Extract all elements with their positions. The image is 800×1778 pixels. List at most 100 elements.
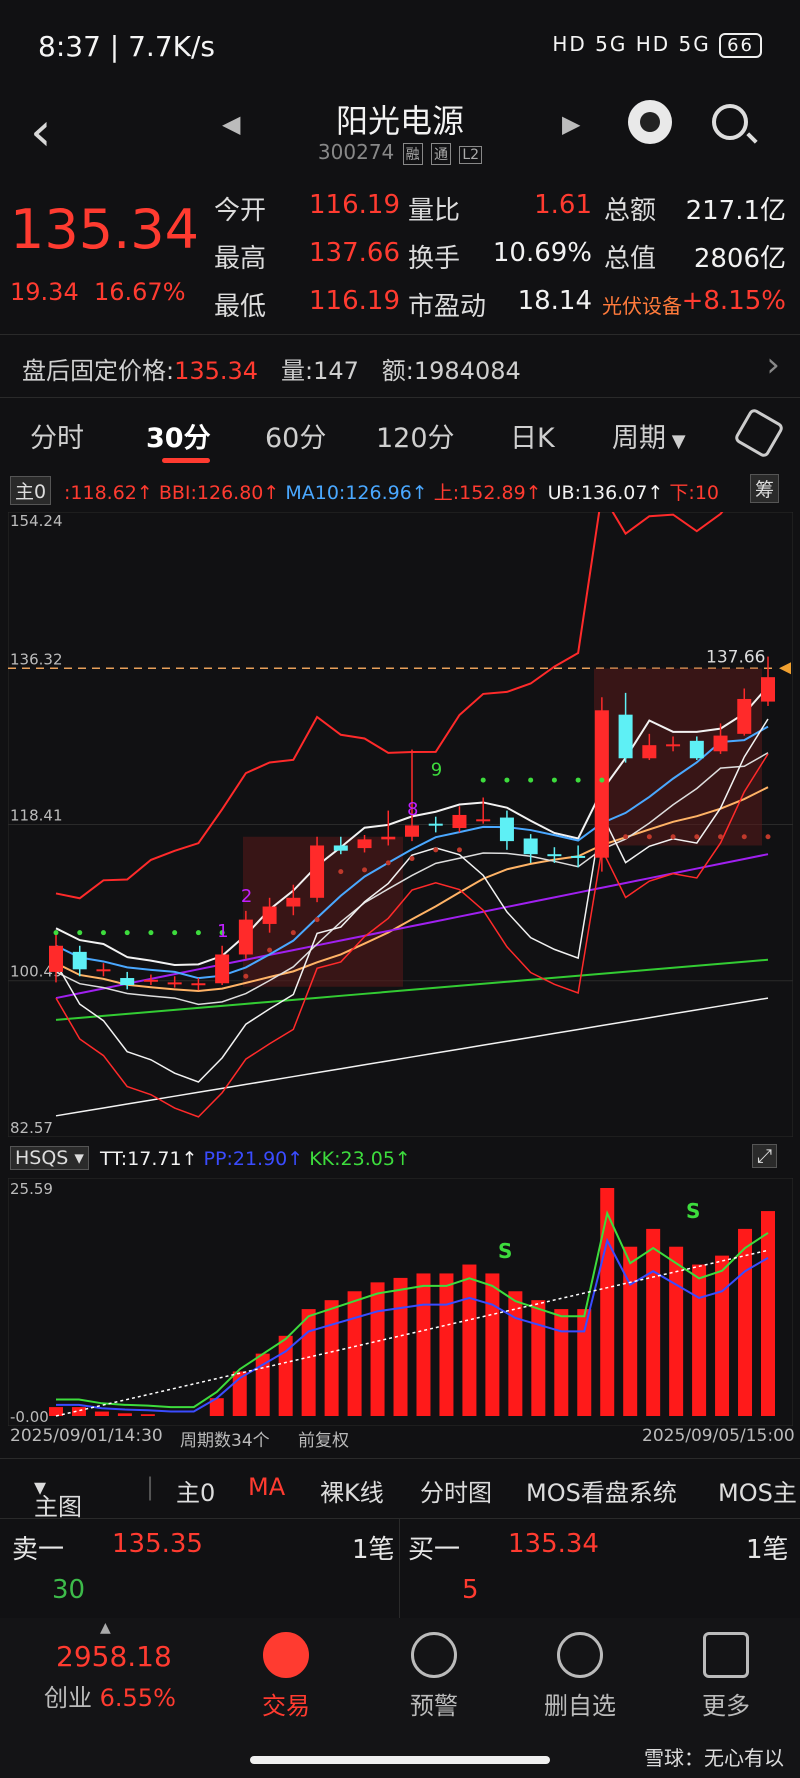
dot-9: [267, 947, 273, 953]
candle-body-18: [476, 819, 491, 822]
hsqs-bar-31: [761, 1211, 775, 1416]
tab-period[interactable]: 周期 ▼: [612, 416, 686, 455]
hsqs-bar-29: [715, 1255, 730, 1416]
candle-body-9: [262, 906, 277, 924]
candle-body-7: [215, 954, 230, 984]
period-tabs: 分时 30分 60分 120分 日K 周期 ▼: [0, 398, 800, 468]
high-label: 最高: [214, 244, 267, 274]
menu-naked-k[interactable]: 裸K线: [320, 1473, 384, 1508]
adjust-mode: 前复权: [298, 1431, 349, 1451]
tab-120min[interactable]: 120分: [376, 416, 455, 455]
quote-panel: 135.34 19.34 16.67% 今开 116.19 量比 1.61 总额…: [0, 178, 800, 333]
sub-legend-item-2: KK:23.05↑: [309, 1148, 411, 1170]
next-stock-icon[interactable]: ▶: [562, 110, 580, 138]
candle-body-10: [286, 897, 301, 907]
tag-tong: 通: [431, 143, 451, 165]
watermark: 雪球：无心有以: [644, 1746, 784, 1770]
after-hours-text: 盘后固定价格:135.34 量:147 额:1984084: [22, 357, 521, 385]
hsqs-bar-14: [370, 1282, 385, 1416]
pe-value: 18.14: [517, 286, 592, 316]
header: ‹ ◀ 阳光电源 300274 融 通 L2 ▶: [0, 90, 800, 175]
candle-body-29: [737, 698, 752, 734]
dot-11: [314, 917, 320, 923]
status-icons: HD 5G HD 5G 66: [552, 32, 762, 58]
turnover-rate-value: 10.69%: [492, 238, 592, 268]
signal-label-0: 1: [217, 921, 228, 942]
index-change[interactable]: 创业 6.55%: [44, 1678, 176, 1713]
hsqs-bar-19: [485, 1273, 500, 1416]
hsqs-bar-23: [577, 1309, 592, 1416]
settings-hex-icon[interactable]: [733, 407, 785, 459]
tab-daily[interactable]: 日K: [510, 416, 555, 455]
turnover-amount-value: 217.1亿: [685, 196, 786, 226]
menu-intraday-chart[interactable]: 分时图: [420, 1473, 492, 1508]
dot-10: [290, 930, 296, 936]
tab-60min[interactable]: 60分: [265, 416, 326, 455]
main-chart-dropdown[interactable]: 主图 ▾: [34, 1473, 82, 1521]
dot-5: [172, 930, 178, 936]
nav-trade[interactable]: 交易: [236, 1632, 336, 1721]
sub-legend: HSQS ▾ TT:17.71↑ PP:21.90↑ KK:23.05↑ ⤢: [0, 1142, 800, 1176]
order-book: 卖一 135.35 1笔 30 买一 135.34 1笔 5: [0, 1518, 800, 1620]
candle-body-13: [357, 839, 372, 849]
axis-end-date: 2025/09/05/15:00: [642, 1426, 795, 1446]
search-icon[interactable]: [712, 104, 748, 140]
index-value[interactable]: 2958.18: [56, 1640, 172, 1673]
last-price: 135.34: [10, 198, 199, 261]
legend-item-4: UB:136.07↑: [547, 482, 670, 504]
sector-label[interactable]: 光伏设备: [602, 290, 682, 319]
volume-ratio-value: 1.61: [534, 190, 592, 220]
low-value: 116.19: [309, 286, 400, 316]
legend-item-5: 下:10: [669, 482, 720, 504]
assistant-icon[interactable]: [628, 100, 672, 144]
candle-body-26: [666, 744, 681, 747]
candle-body-11: [310, 845, 325, 898]
sell1-price[interactable]: 135.35: [112, 1529, 203, 1559]
sub-y-bottom: -0.00: [10, 1408, 49, 1426]
dot-17: [456, 847, 462, 853]
nav-more[interactable]: 更多: [676, 1632, 776, 1721]
hsqs-bar-16: [416, 1273, 431, 1416]
y-label-4: 82.57: [10, 1119, 53, 1137]
dot-15: [409, 856, 415, 862]
period-count: 周期数34个: [180, 1431, 270, 1451]
main-indicator-selector[interactable]: 主0: [10, 476, 52, 505]
sub-indicator-selector[interactable]: HSQS ▾: [10, 1146, 89, 1170]
menu-ma[interactable]: MA: [248, 1473, 285, 1501]
stock-title: 阳光电源: [335, 102, 464, 140]
hsqs-bar-20: [508, 1291, 523, 1416]
menu-mos-main[interactable]: MOS主: [718, 1473, 797, 1508]
sector-change[interactable]: +8.15%: [680, 286, 786, 316]
turnover-amount-label: 总额: [604, 196, 657, 226]
candle-body-23: [594, 710, 609, 858]
menu-mos-system[interactable]: MOS看盘系统: [526, 1473, 677, 1508]
nav-alert[interactable]: 预警: [384, 1632, 484, 1721]
status-bar: 8:37 | 7.7K/s HD 5G HD 5G 66: [0, 0, 800, 90]
home-indicator[interactable]: [250, 1756, 550, 1764]
dot-29: [741, 834, 747, 840]
tab-intraday[interactable]: 分时: [30, 416, 84, 455]
chips-button[interactable]: 筹: [750, 474, 780, 503]
main-chart[interactable]: 154.24136.32118.41100.4982.571289137.66: [8, 512, 793, 1137]
nav-remove-watchlist[interactable]: 删自选: [530, 1632, 630, 1721]
menu-main0[interactable]: 主0: [176, 1473, 215, 1508]
dot-19: [504, 777, 510, 783]
sub-y-top: 25.59: [10, 1180, 53, 1198]
buy1-price[interactable]: 135.34: [508, 1529, 599, 1559]
candle-body-3: [120, 978, 135, 986]
tab-30min[interactable]: 30分: [146, 416, 211, 455]
caret-down-icon: ▼: [666, 431, 686, 452]
sub-chart[interactable]: 25.59 -0.00 S S: [8, 1178, 793, 1426]
sub-legend-item-0: TT:17.71↑: [100, 1148, 204, 1170]
dot-0: [53, 930, 59, 936]
order-book-divider: [399, 1519, 400, 1619]
tag-l2: L2: [459, 146, 483, 164]
dot-12: [338, 869, 344, 875]
dot-25: [646, 834, 652, 840]
stock-code: 300274: [317, 140, 395, 164]
network-indicators: HD 5G HD 5G: [552, 32, 711, 56]
expand-icon[interactable]: ⤢: [752, 1144, 778, 1168]
y-label-1: 136.32: [10, 650, 63, 668]
after-hours-row[interactable]: 盘后固定价格:135.34 量:147 额:1984084 ›: [0, 334, 800, 398]
candle-body-19: [499, 817, 514, 842]
